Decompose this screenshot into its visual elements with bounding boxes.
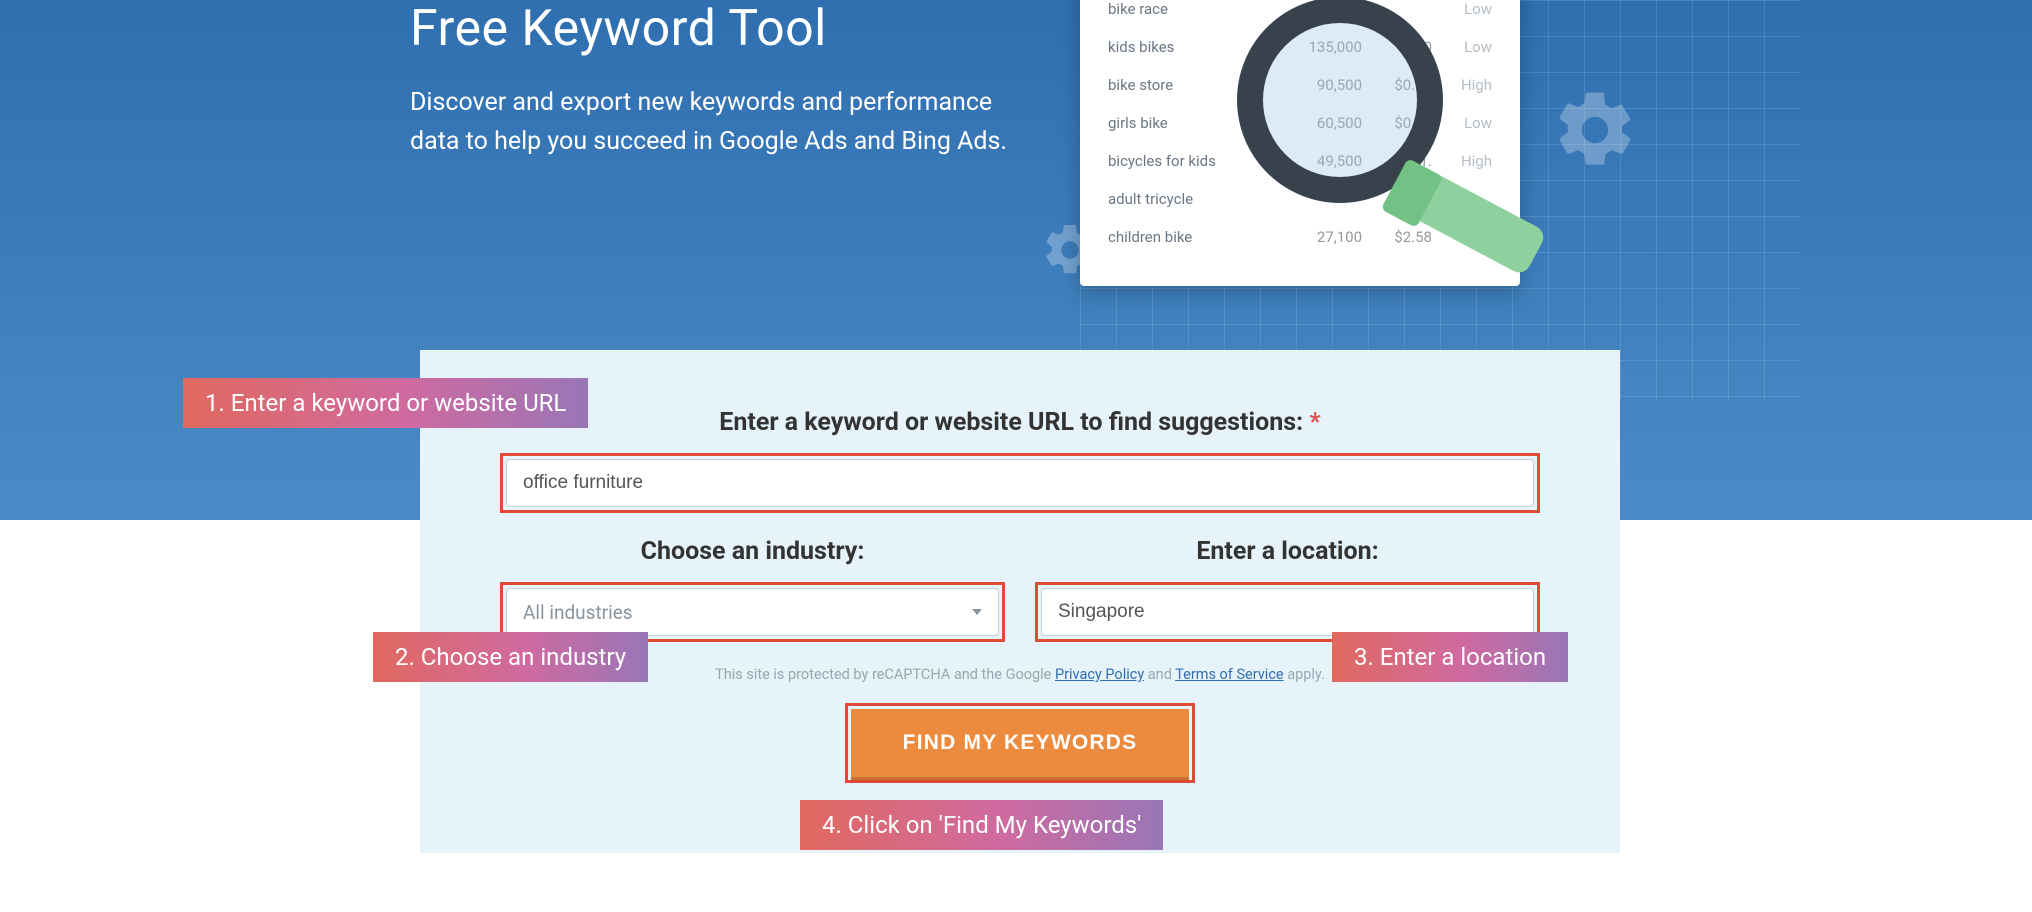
volume-cell: 49,500 [1276,142,1366,180]
industry-label: Choose an industry: [500,537,1005,566]
table-row: bike store90,500$0.56High [1104,66,1496,104]
callout-step1: 1. Enter a keyword or website URL [183,378,588,428]
keyword-label: Enter a keyword or website URL to find s… [500,408,1540,437]
form-panel: Enter a keyword or website URL to find s… [420,350,1620,853]
keyword-cell: girls bike [1104,104,1276,142]
cpc-cell: $2.0 [1366,28,1436,66]
cpc-cell: $1. [1366,142,1436,180]
tos-link[interactable]: Terms of Service [1175,666,1283,683]
table-row: kids bikes135,000$2.0Low [1104,28,1496,66]
table-row: bike race Low [1104,0,1496,28]
volume-cell [1276,180,1366,218]
location-input[interactable] [1041,588,1534,636]
page-subtitle: Discover and export new keywords and per… [410,84,1030,162]
location-label: Enter a location: [1035,537,1540,566]
competition-cell [1436,180,1496,218]
callout-step3: 3. Enter a location [1332,632,1568,682]
competition-cell: Low [1436,0,1496,28]
find-keywords-button[interactable]: FIND MY KEYWORDS [851,709,1190,777]
recaptcha-text: This site is protected by reCAPTCHA and … [715,666,1055,683]
callout-step4: 4. Click on 'Find My Keywords' [800,800,1163,850]
keyword-cell: children bike [1104,218,1276,256]
competition-cell [1436,218,1496,256]
volume-cell: 135,000 [1276,28,1366,66]
page-title: Free Keyword Tool [410,0,1030,58]
keyword-cell: bike store [1104,66,1276,104]
cpc-cell: $0.92 [1366,104,1436,142]
industry-select[interactable]: All industries [506,588,999,636]
table-row: adult tricycle 0 [1104,180,1496,218]
cpc-cell: $0.56 [1366,66,1436,104]
volume-cell: 27,100 [1276,218,1366,256]
volume-cell [1276,0,1366,28]
cpc-cell [1366,0,1436,28]
competition-cell: Low [1436,104,1496,142]
table-row: bicycles for kids49,500$1.High [1104,142,1496,180]
chevron-down-icon [972,609,982,615]
competition-cell: High [1436,66,1496,104]
table-row: children bike27,100$2.58 [1104,218,1496,256]
recaptcha-text: and [1144,666,1175,683]
keyword-label-text: Enter a keyword or website URL to find s… [719,408,1303,437]
volume-cell: 60,500 [1276,104,1366,142]
industry-value: All industries [523,601,633,624]
keyword-cell: bike race [1104,0,1276,28]
privacy-link[interactable]: Privacy Policy [1055,666,1144,683]
cpc-cell: 0 [1366,180,1436,218]
gear-icon [1550,85,1640,175]
required-mark: * [1309,408,1320,437]
volume-cell: 90,500 [1276,66,1366,104]
callout-step2: 2. Choose an industry [373,632,648,682]
competition-cell: High [1436,142,1496,180]
keyword-preview-card: bike raceLowkids bikes135,000$2.0Lowbike… [1080,0,1520,286]
recaptcha-text: apply. [1284,666,1325,683]
keyword-input[interactable] [506,459,1534,507]
table-row: girls bike60,500$0.92Low [1104,104,1496,142]
keyword-cell: bicycles for kids [1104,142,1276,180]
keyword-cell: adult tricycle [1104,180,1276,218]
keyword-cell: kids bikes [1104,28,1276,66]
competition-cell: Low [1436,28,1496,66]
cpc-cell: $2.58 [1366,218,1436,256]
